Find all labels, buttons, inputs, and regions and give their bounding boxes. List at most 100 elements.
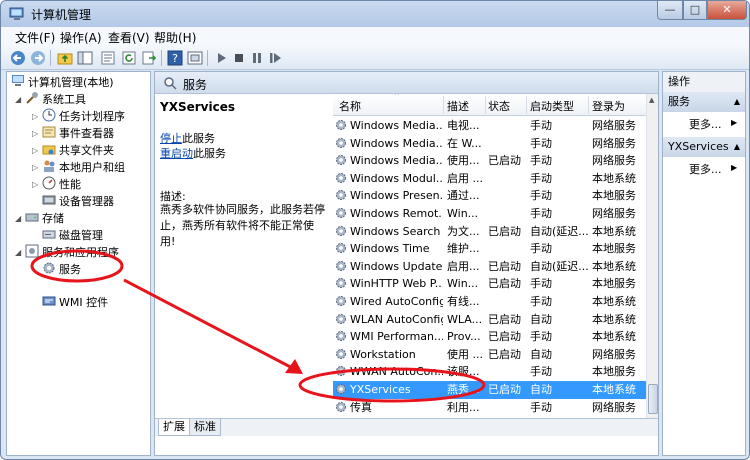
services-panel: 服务 YXServices 停止此服务 重启动此服务 描述: 燕秀多软件协同服务… (154, 71, 659, 456)
service-detail-pane: YXServices 停止此服务 重启动此服务 描述: 燕秀多软件协同服务，此服… (155, 94, 330, 434)
expand-arrow-icon[interactable]: ▷ (32, 129, 38, 138)
menu-file[interactable]: 文件(F) (15, 29, 55, 46)
tab-extended[interactable]: 扩展 (158, 419, 190, 436)
gear-icon (336, 225, 346, 236)
scroll-up-arrow-icon[interactable]: ▲ (649, 96, 654, 104)
scrollbar-thumb[interactable] (648, 384, 658, 414)
table-row[interactable]: Windows Modul... 启用 ... 手动 本地系统 (333, 170, 646, 188)
properties-icon[interactable] (100, 50, 116, 66)
back-arrow-icon[interactable] (10, 50, 26, 66)
collapse-arrow-icon[interactable]: ◢ (15, 95, 21, 104)
gear-icon (336, 172, 346, 183)
table-row[interactable]: WMI Performan... Prov... 已启动 手动 本地系统 (333, 328, 646, 346)
tree-item-storage[interactable]: 存储 (25, 210, 64, 227)
action-more-services[interactable]: 更多... (689, 116, 722, 132)
service-name-cell: Windows Media... (335, 117, 443, 134)
restart-service-link[interactable]: 重启动 (160, 147, 193, 160)
menu-view[interactable]: 查看(V) (108, 29, 150, 46)
maximize-button[interactable]: □ (683, 1, 707, 20)
stop-service-action: 停止此服务 (160, 130, 215, 146)
refresh-icon[interactable] (121, 50, 137, 66)
title-bar[interactable]: 计算机管理 — □ ✕ (1, 1, 749, 27)
service-description-cell: 在 W... (447, 136, 482, 150)
table-row[interactable]: Windows Media... 使用... 已启动 手动 网络服务 (333, 152, 646, 170)
expand-arrow-icon[interactable]: ▷ (32, 146, 38, 155)
tree-item-services-and-apps[interactable]: 服务和应用程序 (25, 244, 119, 261)
table-row[interactable]: Windows Update 启用... 已启动 自动(延迟... 本地系统 (333, 258, 646, 276)
stop-icon[interactable] (231, 50, 247, 66)
collapse-up-icon[interactable]: ▲ (734, 137, 740, 156)
table-row[interactable]: Windows Time 维护... 手动 本地服务 (333, 240, 646, 258)
table-row[interactable]: 传真 利用... 手动 网络服务 (333, 399, 646, 417)
tree-item-services[interactable]: 服务 (42, 261, 81, 278)
tree-item-label: 磁盘管理 (59, 229, 103, 242)
tab-standard[interactable]: 标准 (189, 419, 221, 436)
service-startup-cell: 自动(延迟... (530, 259, 588, 273)
tree-item-local-users[interactable]: 本地用户和组 (42, 159, 125, 176)
table-row[interactable]: Windows Presen... 通过... 手动 本地服务 (333, 187, 646, 205)
table-row[interactable]: Windows Media... 在 W... 手动 网络服务 (333, 135, 646, 153)
show-hide-tree-icon[interactable] (77, 50, 93, 66)
table-row[interactable]: WinHTTP Web P... Win... 已启动 手动 本地服务 (333, 275, 646, 293)
table-row[interactable]: Workstation 使用 ... 已启动 自动 网络服务 (333, 346, 646, 364)
menu-action[interactable]: 操作(A) (60, 29, 102, 46)
service-status-cell: 已启动 (488, 154, 521, 168)
forward-arrow-icon[interactable] (30, 50, 46, 66)
action-more-yxservices[interactable]: 更多... (689, 161, 722, 177)
pause-icon[interactable] (249, 50, 265, 66)
play-icon[interactable] (213, 50, 229, 66)
up-folder-icon[interactable] (57, 50, 73, 66)
table-row[interactable]: Wired AutoConfig 有线... 手动 本地系统 (333, 293, 646, 311)
service-description-cell: 启用... (447, 259, 480, 273)
table-row[interactable]: Windows Media... 电视... 手动 网络服务 (333, 117, 646, 135)
search-icon (164, 77, 177, 90)
stop-service-link[interactable]: 停止 (160, 132, 182, 145)
gear-icon (336, 260, 346, 271)
service-description-cell: 该服... (447, 365, 480, 379)
tree-item-event-viewer[interactable]: 事件查看器 (42, 125, 114, 142)
table-row[interactable]: Windows Search 为文... 已启动 自动(延迟... 本地系统 (333, 223, 646, 241)
tree-item-disk-management[interactable]: 磁盘管理 (42, 227, 103, 244)
toolbar: ? (1, 46, 749, 70)
actions-section-yxservices[interactable]: YXServices ▲ (663, 137, 745, 157)
column-header-name[interactable]: 名称 (339, 98, 361, 114)
view-icon[interactable] (187, 50, 203, 66)
collapse-up-icon[interactable]: ▲ (734, 92, 740, 111)
disk-icon (42, 230, 56, 239)
service-logon-cell: 本地系统 (592, 171, 636, 185)
tree-item-performance[interactable]: 性能 (42, 176, 81, 193)
minimize-button[interactable]: — (657, 1, 683, 20)
collapse-arrow-icon[interactable]: ◢ (15, 248, 21, 257)
actions-section-services[interactable]: 服务 ▲ (663, 92, 745, 112)
service-name-text: Wired AutoConfig (350, 295, 443, 308)
tree-item-task-scheduler[interactable]: 任务计划程序 (42, 108, 125, 125)
column-header-status[interactable]: 状态 (488, 98, 510, 114)
table-row[interactable]: Windows Remot... Win... 手动 网络服务 (333, 205, 646, 223)
tree-item-device-manager[interactable]: 设备管理器 (42, 193, 114, 210)
expand-arrow-icon[interactable]: ▷ (32, 112, 38, 121)
table-row[interactable]: WWAN AutoCon... 该服... 手动 本地服务 (333, 363, 646, 381)
close-button[interactable]: ✕ (707, 1, 747, 20)
tree-item-computer-management[interactable]: 计算机管理(本地) (11, 74, 114, 91)
export-icon[interactable] (141, 50, 157, 66)
collapse-arrow-icon[interactable]: ◢ (15, 214, 21, 223)
expand-arrow-icon[interactable]: ▷ (32, 163, 38, 172)
menu-help[interactable]: 帮助(H) (154, 29, 196, 46)
restart-icon[interactable] (267, 50, 283, 66)
service-logon-cell: 网络服务 (592, 400, 636, 414)
tree-item-shared-folders[interactable]: 共享文件夹 (42, 142, 114, 159)
expand-arrow-icon[interactable]: ▷ (32, 180, 38, 189)
service-logon-cell: 本地服务 (592, 277, 636, 291)
tree-item-wmi-control[interactable]: WMI 控件 (42, 294, 108, 311)
event-viewer-icon (42, 126, 56, 138)
tree-item-system-tools[interactable]: 系统工具 (25, 91, 86, 108)
column-header-logon-as[interactable]: 登录为 (592, 98, 625, 114)
list-header: 名称 ⌃ 描述 状态 启动类型 登录为 (333, 94, 646, 116)
column-header-description[interactable]: 描述 (447, 98, 469, 114)
table-row[interactable]: YXServices 燕秀... 已启动 自动 本地系统 (333, 381, 646, 399)
table-row[interactable]: WLAN AutoConfig WLA... 已启动 自动 本地系统 (333, 311, 646, 329)
vertical-scrollbar[interactable]: ▲ ▼ (646, 94, 658, 436)
submenu-arrow-icon: ▶ (731, 118, 738, 127)
column-header-startup-type[interactable]: 启动类型 (530, 98, 574, 114)
help-icon[interactable]: ? (167, 50, 183, 66)
